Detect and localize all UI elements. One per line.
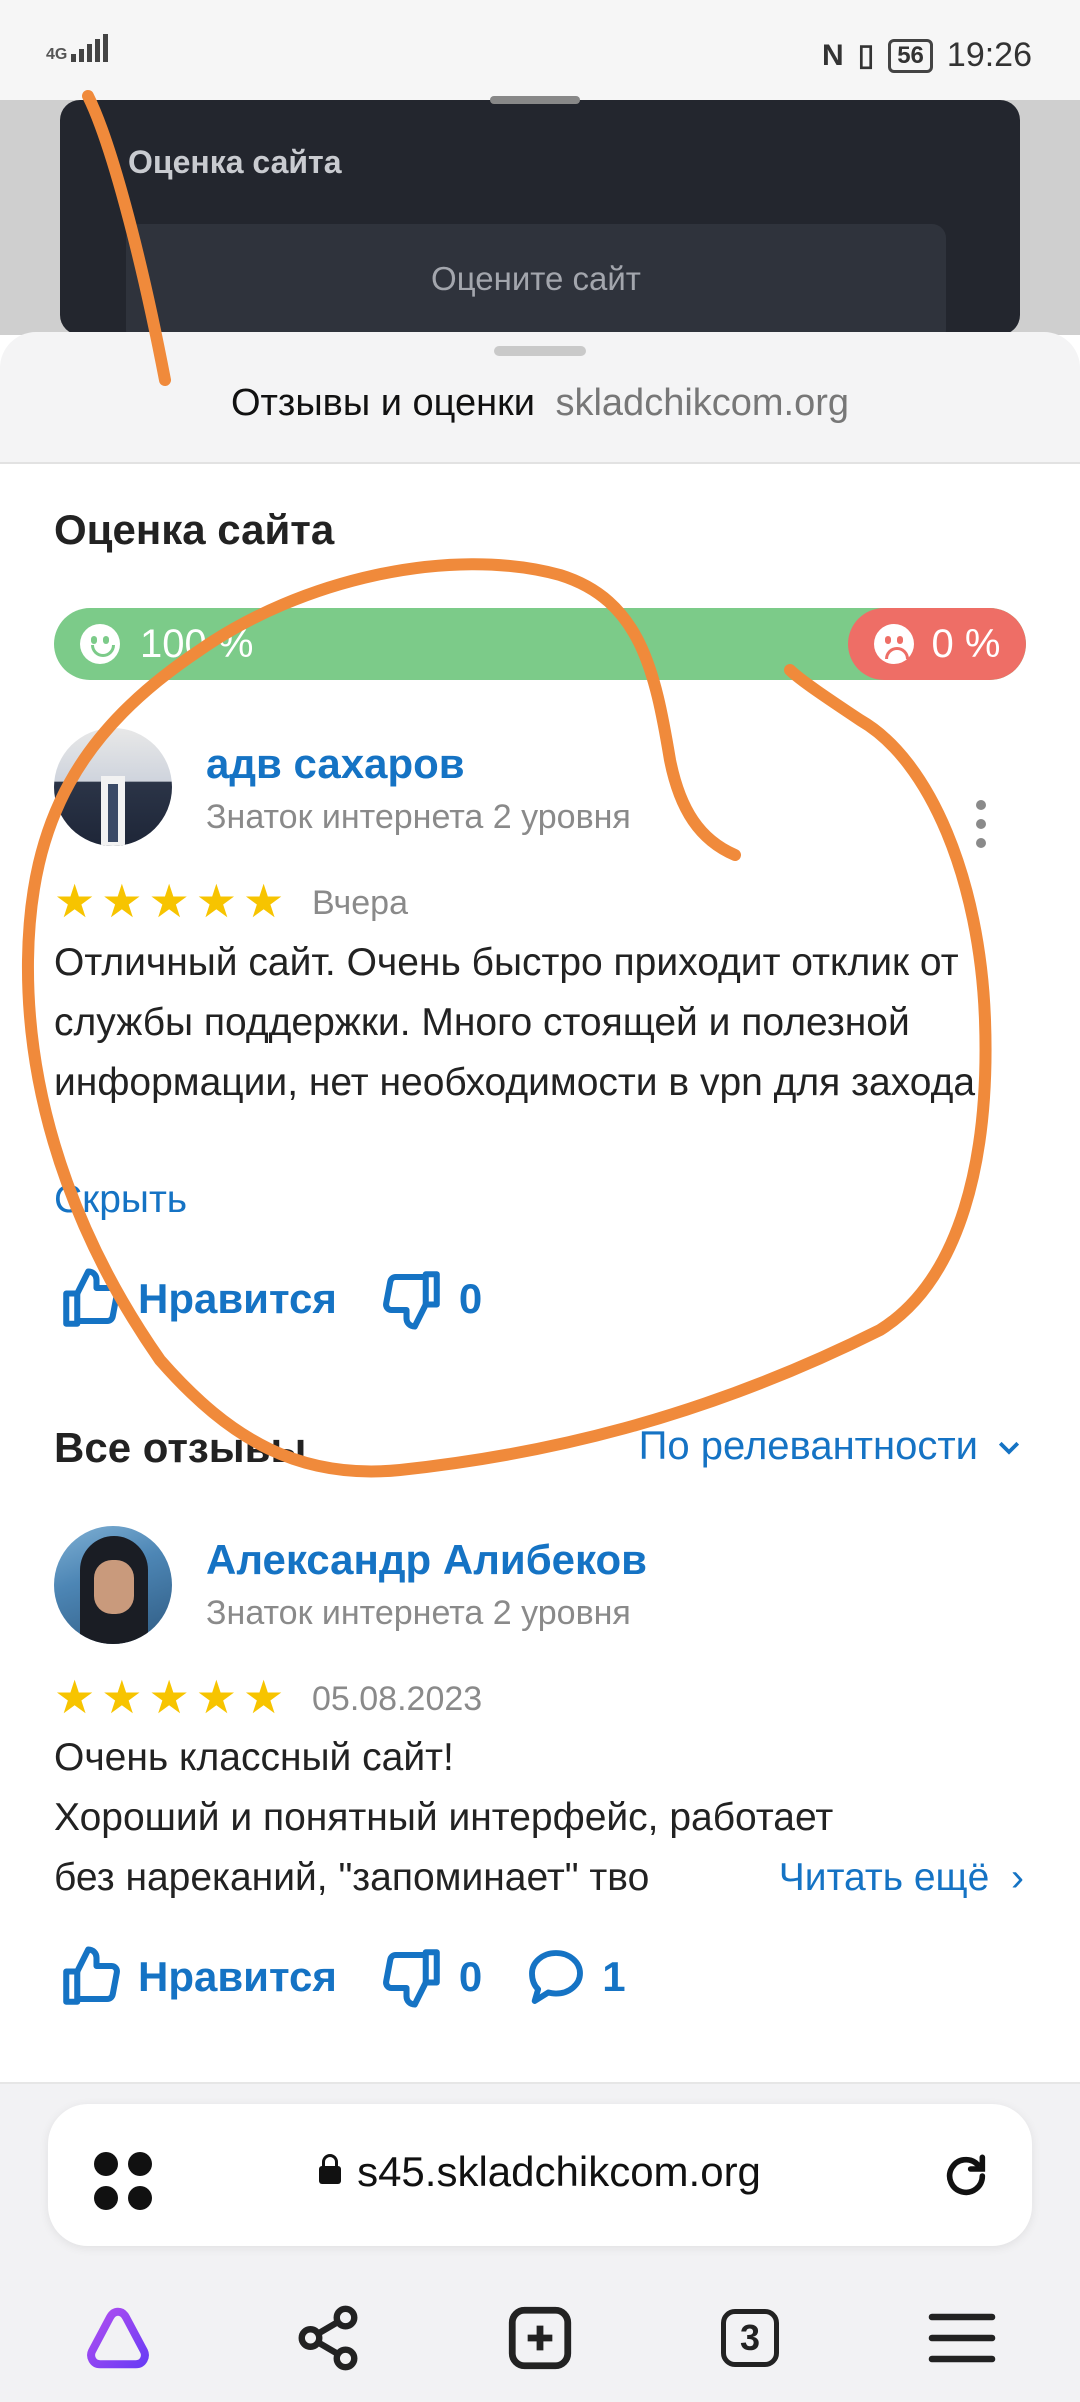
review-text-line-1: Очень классный сайт! [54,1736,454,1779]
review-date: Вчера [312,884,408,922]
address-bar[interactable]: s45.skladchikcom.org [48,2104,1032,2246]
positive-percent: 100 % [140,621,254,666]
menu-icon[interactable] [922,2298,1002,2378]
site-rating-title: Оценка сайта [54,506,335,553]
sort-dropdown[interactable]: По релевантности [639,1424,1024,1469]
battery-icon: 56 [888,38,933,73]
url-display[interactable]: s45.skladchikcom.org [48,2148,1032,2196]
thumbs-down-icon [382,1949,440,2008]
avatar[interactable] [54,1526,172,1644]
background-card-title: Оценка сайта [128,144,342,180]
star-icon: ★ [54,875,96,927]
review-author[interactable]: Александр Алибеков [206,1536,647,1584]
share-icon[interactable] [288,2298,368,2378]
chevron-right-icon: › [1000,1856,1024,1899]
review-actions: Нравится 0 1 [58,1944,668,2010]
background-handle [490,96,580,104]
review-text: Отличный сайт. Очень быстро приходит отк… [54,941,986,1104]
thumbs-up-icon [63,1268,120,1327]
sort-label: По релевантности [638,1424,978,1468]
sad-icon [873,624,914,664]
star-icon: ★ [148,875,190,927]
review-author[interactable]: адв сахаров [206,740,465,788]
star-icon: ★ [54,1671,96,1723]
tabs-button[interactable]: 3 [710,2298,790,2378]
alice-glyph [87,2307,149,2369]
signal-bars-icon [71,34,109,62]
collapse-link[interactable]: Скрыть [54,1178,187,1222]
background-card: Оценка сайта Оцените сайт [60,96,1020,344]
signal-indicator: 4G [46,34,109,63]
star-icon: ★ [243,875,285,927]
sheet-title: Отзывы и оценки skladchikcom.org [0,382,1080,425]
like-button[interactable]: Нравится [58,1944,337,2010]
star-icon: ★ [101,1671,143,1723]
like-label: Нравится [138,1953,337,2000]
url-text: s45.skladchikcom.org [357,2148,761,2195]
star-icon: ★ [101,875,143,927]
network-type: 4G [46,46,68,63]
reload-icon[interactable] [938,2148,994,2204]
review-stars: ★ ★ ★ ★ ★ [54,1674,284,1720]
background-page: Оценка сайта Оцените сайт [0,96,1080,344]
avatar[interactable] [54,728,172,846]
lock-icon [319,2153,342,2184]
star-icon: ★ [148,1671,190,1723]
review-text-line-2: Хороший и понятный интерфейс, работает [54,1796,834,1839]
review-actions: Нравится 0 [58,1266,524,1332]
alice-icon[interactable] [78,2298,158,2378]
negative-rating: 0 % [848,608,1026,680]
sheet-title-label: Отзывы и оценки [230,382,535,424]
read-more-link[interactable]: Читать ещё › [728,1856,1024,1900]
comments-button[interactable]: 1 [524,1945,626,2009]
review-date: 05.08.2023 [312,1680,483,1718]
thumbs-down-icon [382,1271,440,1330]
status-bar: 4G N ▯ 56 19:26 [0,0,1080,100]
sheet-header[interactable]: Отзывы и оценки skladchikcom.org [0,332,1080,464]
like-button[interactable]: Нравится [58,1266,337,1332]
all-reviews-title: Все отзывы [54,1424,307,1471]
rating-bar: 100 % 0 % [54,608,1026,680]
background-rate-box: Оцените сайт [126,224,946,344]
negative-percent: 0 % [931,621,1001,666]
more-options-icon[interactable] [976,800,986,857]
star-icon: ★ [195,875,237,927]
read-more-label: Читать ещё [778,1856,990,1899]
comment-count: 1 [602,1953,626,2000]
star-icon: ★ [195,1671,237,1723]
dislike-button[interactable]: 0 [379,1266,482,1332]
new-tab-icon[interactable] [500,2298,580,2378]
nfc-icon: N [822,38,844,72]
positive-rating: 100 % [80,608,253,680]
status-right: N ▯ 56 19:26 [822,36,1032,75]
clock: 19:26 [946,36,1032,74]
vibrate-icon: ▯ [857,39,875,72]
star-icon: ★ [243,1671,285,1723]
background-rate-prompt: Оцените сайт [431,260,641,297]
like-label: Нравится [138,1275,337,1322]
smile-icon [80,624,120,664]
comment-icon [529,1950,584,2004]
review-author-level: Знаток интернета 2 уровня [206,798,631,836]
tabs-count: 3 [721,2309,779,2367]
thumbs-up-icon [63,1946,120,2005]
dislike-count: 0 [458,1275,483,1322]
bottom-navigation: 3 [0,2268,1080,2400]
chevron-down-icon [998,1441,1020,1455]
review-author-level: Знаток интернета 2 уровня [206,1594,631,1632]
drag-handle[interactable] [494,346,586,356]
sheet-domain: skladchikcom.org [555,382,850,424]
dislike-count: 0 [458,1953,483,2000]
review-stars: ★ ★ ★ ★ ★ [54,878,284,924]
review-text-line-3: без нареканий, "запоминает" тво [54,1856,650,1899]
dislike-button[interactable]: 0 [379,1944,482,2010]
